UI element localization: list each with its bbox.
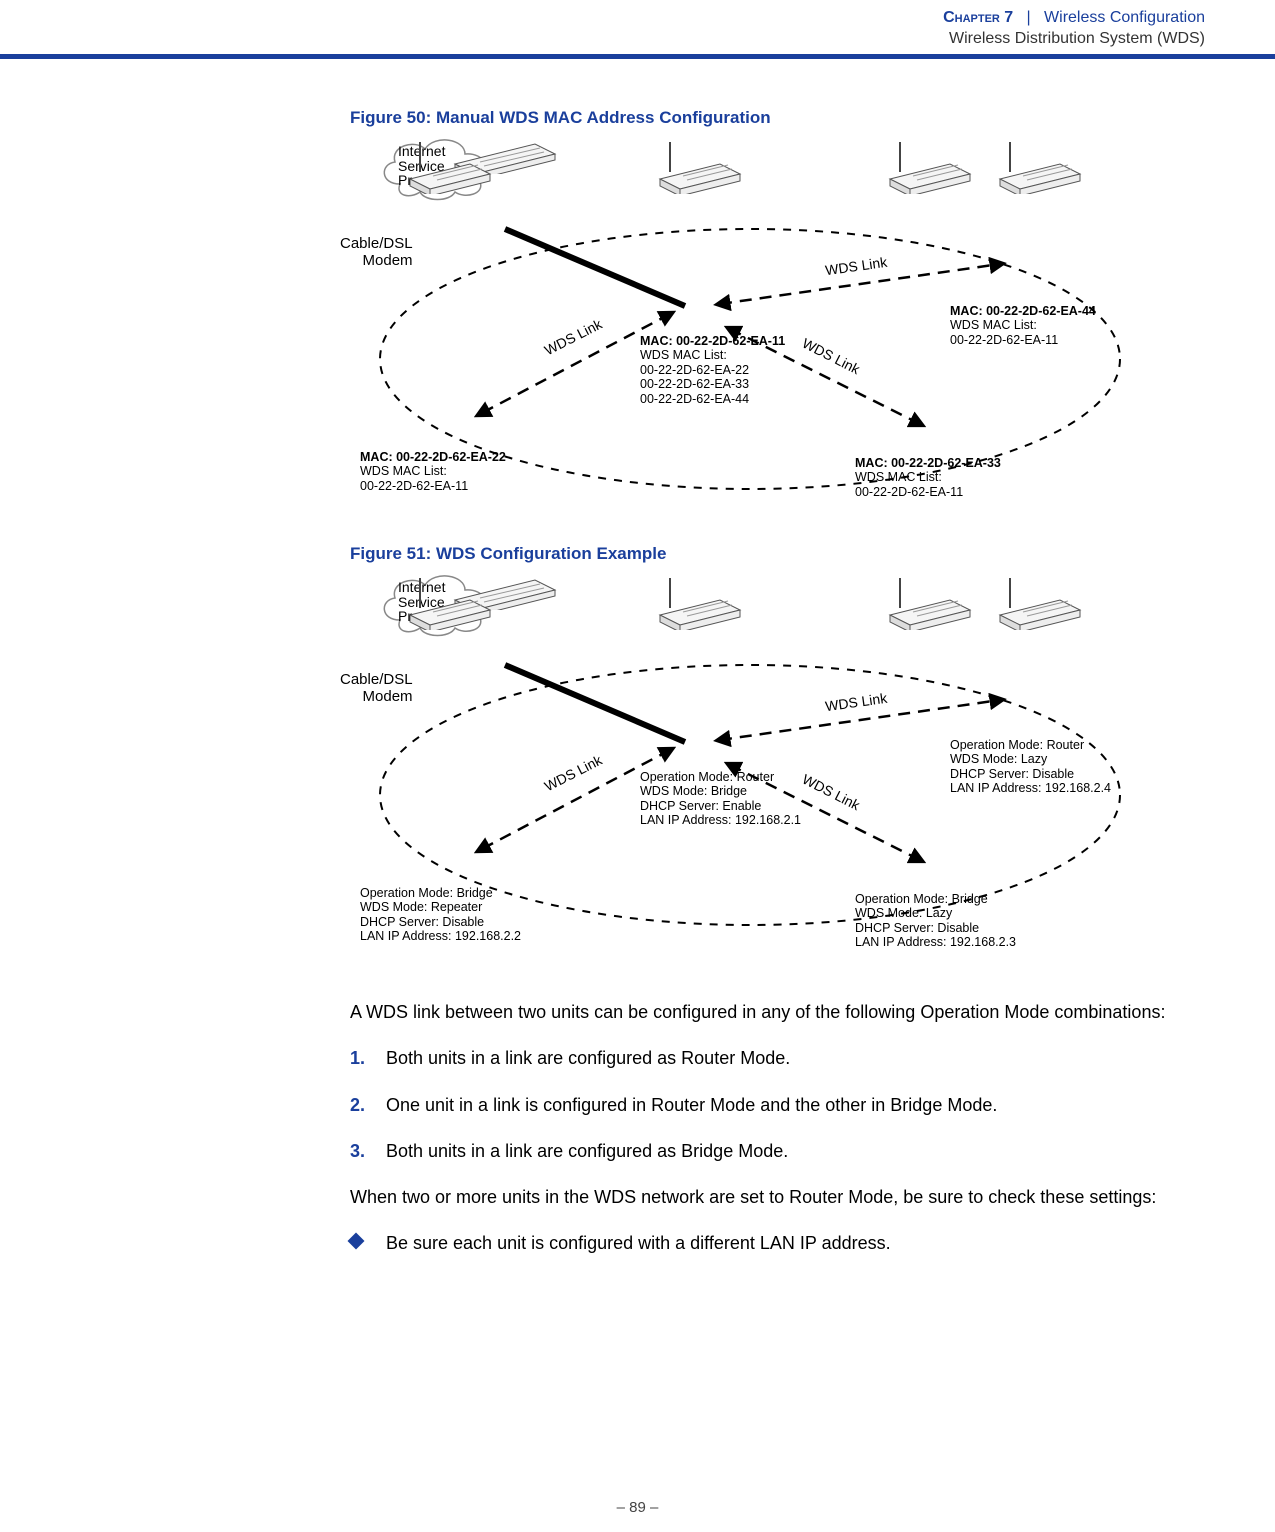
header-rule (0, 54, 1275, 59)
figure50-diagram: WDS Link WDS Link WDS Link InternetServi… (350, 134, 1195, 514)
figure50-title: Figure 50: Manual WDS MAC Address Config… (350, 108, 1195, 128)
ap2-right-top-label: Operation Mode: Router WDS Mode: Lazy DH… (950, 738, 1111, 796)
chapter-topic: Wireless Configuration (1044, 9, 1205, 26)
numbered-list: 1.Both units in a link are configured as… (350, 1046, 1195, 1163)
ap2-right-top-icon (990, 570, 1090, 630)
modem-label: Cable/DSLModem (340, 236, 413, 269)
ap2-right-bottom-icon (880, 570, 980, 630)
ap2-right-bottom-label: Operation Mode: Bridge WDS Mode: Lazy DH… (855, 892, 1016, 950)
page-header: Chapter 7 | Wireless Configuration Wirel… (943, 8, 1205, 50)
paragraph-2: When two or more units in the WDS networ… (350, 1185, 1195, 1209)
body-text: A WDS link between two units can be conf… (350, 1000, 1195, 1256)
ap-left-icon (400, 134, 500, 194)
diamond-bullet-icon (348, 1233, 365, 1250)
ap-center-label: MAC: 00-22-2D-62-EA-11 WDS MAC List: 00-… (640, 334, 785, 406)
ap-right-bottom-label: MAC: 00-22-2D-62-EA-33 WDS MAC List: 00-… (855, 456, 1001, 499)
figure51-diagram: WDS Link WDS Link WDS Link InternetServi… (350, 570, 1195, 960)
list-item-1: 1.Both units in a link are configured as… (350, 1046, 1195, 1070)
ap2-center-label: Operation Mode: Router WDS Mode: Bridge … (640, 770, 801, 828)
header-separator: | (1018, 9, 1040, 26)
chapter-subtopic: Wireless Distribution System (WDS) (943, 29, 1205, 50)
ap-right-top-label: MAC: 00-22-2D-62-EA-44 WDS MAC List: 00-… (950, 304, 1096, 347)
modem-label-2: Cable/DSLModem (340, 672, 413, 705)
ap2-left-icon (400, 570, 500, 630)
page-number: – 89 – (0, 1499, 1275, 1516)
ap-right-bottom-icon (880, 134, 980, 194)
ap-right-top-icon (990, 134, 1090, 194)
list-item-3: 3.Both units in a link are configured as… (350, 1139, 1195, 1163)
bullet-item: Be sure each unit is configured with a d… (350, 1231, 1195, 1255)
chapter-label: Chapter 7 (943, 9, 1013, 26)
figure51-title: Figure 51: WDS Configuration Example (350, 544, 1195, 564)
ap2-left-label: Operation Mode: Bridge WDS Mode: Repeate… (360, 886, 521, 944)
ap-left-label: MAC: 00-22-2D-62-EA-22 WDS MAC List: 00-… (360, 450, 506, 493)
ap-center-icon (650, 134, 750, 194)
list-item-2: 2.One unit in a link is configured in Ro… (350, 1093, 1195, 1117)
intro-paragraph: A WDS link between two units can be conf… (350, 1000, 1195, 1024)
ap2-center-icon (650, 570, 750, 630)
